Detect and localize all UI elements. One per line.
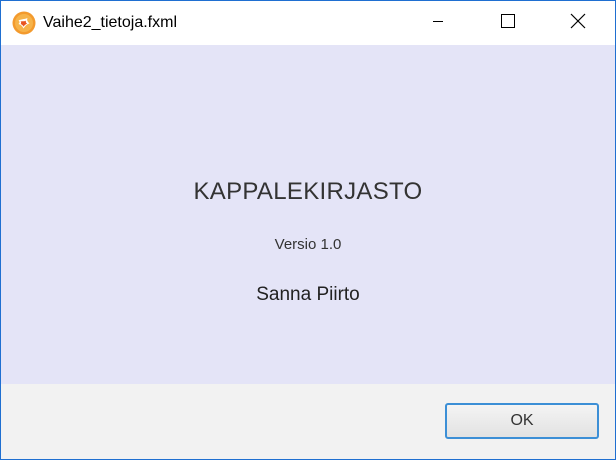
title-bar[interactable]: Vaihe2_tietoja.fxml xyxy=(1,1,615,45)
about-window: Vaihe2_tietoja.fxml KAPPALEKIRJASTO Vers… xyxy=(0,0,616,460)
ok-button[interactable]: OK xyxy=(445,403,599,439)
author-label: Sanna Piirto xyxy=(256,284,360,305)
close-icon xyxy=(570,13,586,34)
maximize-icon xyxy=(501,13,515,33)
button-bar: OK xyxy=(1,384,615,459)
app-logo-icon xyxy=(12,11,36,35)
window-title: Vaihe2_tietoja.fxml xyxy=(43,14,177,31)
close-button[interactable] xyxy=(544,1,612,45)
minimize-button[interactable] xyxy=(404,1,472,45)
maximize-button[interactable] xyxy=(474,1,542,45)
minimize-icon xyxy=(432,14,444,32)
version-label: Versio 1.0 xyxy=(274,236,342,253)
about-content-panel: KAPPALEKIRJASTO Versio 1.0 Sanna Piirto xyxy=(1,45,615,384)
app-name-heading: KAPPALEKIRJASTO xyxy=(193,178,423,205)
